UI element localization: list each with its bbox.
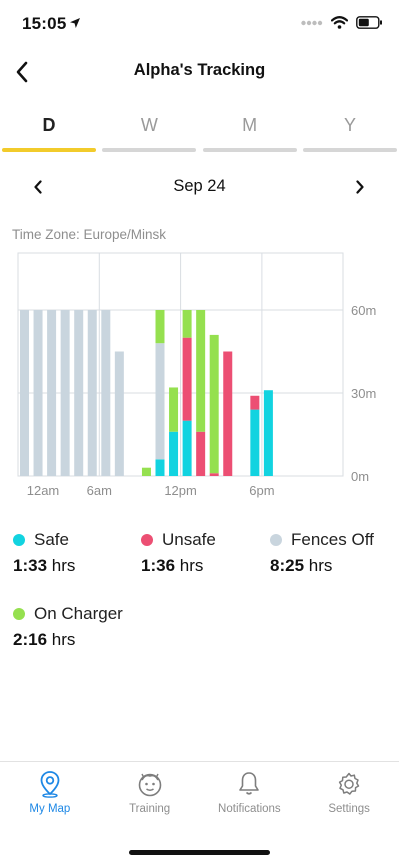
nav-notifications[interactable]: Notifications	[200, 762, 300, 817]
legend-item-unsafe: Unsafe 1:36 hrs	[141, 530, 216, 576]
tab-day[interactable]: D	[2, 106, 96, 152]
bar-segment-unsafe	[196, 431, 206, 476]
bar-segment-fences-off	[101, 310, 111, 476]
x-tick-label: 12pm	[164, 483, 197, 498]
selected-date: Sep 24	[173, 177, 226, 195]
nav-label: Settings	[328, 803, 370, 815]
tab-label: W	[140, 115, 158, 135]
x-tick-label: 6am	[87, 483, 112, 498]
tab-label: D	[42, 115, 56, 135]
next-day-button[interactable]	[347, 174, 373, 200]
x-tick-label: 12am	[27, 483, 60, 498]
safe-color-dot	[13, 534, 25, 546]
page-title: Alpha's Tracking	[133, 61, 266, 79]
location-arrow-icon	[70, 18, 80, 28]
x-tick-label: 6pm	[249, 483, 274, 498]
bar-segment-safe	[250, 409, 260, 476]
nav-settings[interactable]: Settings	[299, 762, 399, 817]
legend-name: Unsafe	[162, 530, 216, 549]
bar-segment-unsafe	[250, 395, 260, 410]
tab-underline	[202, 148, 297, 152]
legend-item-fences-off: Fences Off 8:25 hrs	[270, 530, 374, 576]
status-time: 15:05	[22, 14, 67, 33]
status-bar: 15:05	[0, 0, 399, 46]
unsafe-color-dot	[141, 534, 153, 546]
cellular-signal-icon	[301, 20, 323, 25]
y-tick-label: 30m	[351, 386, 376, 401]
home-indicator	[129, 850, 270, 855]
duration-unit: hrs	[308, 556, 333, 575]
bar-segment-fences-off	[20, 310, 29, 476]
tab-label: M	[242, 115, 258, 135]
map-pin-icon	[36, 770, 64, 798]
bar-segment-fences-off	[155, 343, 165, 460]
navigation-bar: Alpha's Tracking	[0, 46, 399, 98]
tab-month[interactable]: M	[202, 106, 297, 152]
bar-segment-unsafe	[209, 473, 219, 476]
bar-segment-on-charger	[169, 387, 179, 432]
bar-segment-unsafe	[182, 337, 192, 421]
bar-segment-safe	[263, 390, 273, 476]
on-charger-color-dot	[13, 608, 25, 620]
chevron-right-icon	[356, 180, 364, 194]
date-navigator: Sep 24	[0, 168, 399, 206]
y-tick-label: 60m	[351, 303, 376, 318]
duration-unit: hrs	[51, 556, 76, 575]
period-tabs: D W M Y	[0, 106, 399, 152]
legend-name: Safe	[34, 530, 69, 549]
bar-segment-fences-off	[47, 310, 57, 476]
bar-segment-fences-off	[74, 310, 84, 476]
legend-name: Fences Off	[291, 530, 374, 549]
duration-value: 1:33	[13, 556, 48, 575]
bar-segment-safe	[169, 431, 179, 476]
tab-underline	[102, 148, 197, 152]
bar-segment-safe	[182, 420, 192, 476]
tab-underline	[2, 148, 96, 152]
bell-icon	[235, 770, 263, 798]
legend-value: 1:36 hrs	[141, 556, 216, 576]
fences-off-color-dot	[270, 534, 282, 546]
legend-value: 8:25 hrs	[270, 556, 374, 576]
bar-segment-fences-off	[60, 310, 70, 476]
gear-icon	[335, 770, 363, 798]
bar-segment-on-charger	[155, 310, 165, 344]
duration-value: 2:16	[13, 630, 48, 649]
bottom-tab-bar: My Map Training Notifications Settings	[0, 761, 399, 817]
nav-label: Training	[129, 803, 171, 815]
status-indicators	[301, 16, 383, 29]
legend-item-on-charger: On Charger 2:16 hrs	[13, 604, 123, 650]
nav-my-map[interactable]: My Map	[0, 762, 100, 817]
bar-segment-fences-off	[33, 310, 43, 476]
duration-value: 1:36	[141, 556, 176, 575]
duration-value: 8:25	[270, 556, 305, 575]
duration-unit: hrs	[179, 556, 204, 575]
bar-segment-on-charger	[196, 310, 206, 432]
bar-segment-on-charger	[141, 467, 151, 476]
legend-value: 1:33 hrs	[13, 556, 75, 576]
activity-chart: 60m 30m 0m 12am 6am 12pm 6pm	[17, 252, 376, 498]
tab-year[interactable]: Y	[302, 106, 397, 152]
timezone-label: Time Zone: Europe/Minsk	[12, 227, 167, 242]
bar-segment-unsafe	[223, 351, 233, 476]
tab-label: Y	[343, 115, 356, 135]
nav-label: My Map	[29, 803, 71, 815]
legend-item-safe: Safe 1:33 hrs	[13, 530, 75, 576]
tab-week[interactable]: W	[102, 106, 197, 152]
tab-underline	[302, 148, 397, 152]
duration-unit: hrs	[51, 630, 76, 649]
bar-segment-fences-off	[87, 310, 97, 476]
y-tick-label: 0m	[351, 469, 369, 484]
nav-label: Notifications	[218, 803, 281, 815]
bar-segment-on-charger	[209, 334, 219, 474]
bar-segment-on-charger	[182, 310, 192, 338]
face-icon	[136, 770, 164, 798]
legend-value: 2:16 hrs	[13, 630, 123, 650]
bar-segment-safe	[155, 459, 165, 476]
legend-name: On Charger	[34, 604, 123, 623]
nav-training[interactable]: Training	[100, 762, 200, 817]
wifi-icon	[331, 16, 348, 29]
battery-icon	[356, 16, 382, 29]
bar-segment-fences-off	[114, 351, 124, 476]
